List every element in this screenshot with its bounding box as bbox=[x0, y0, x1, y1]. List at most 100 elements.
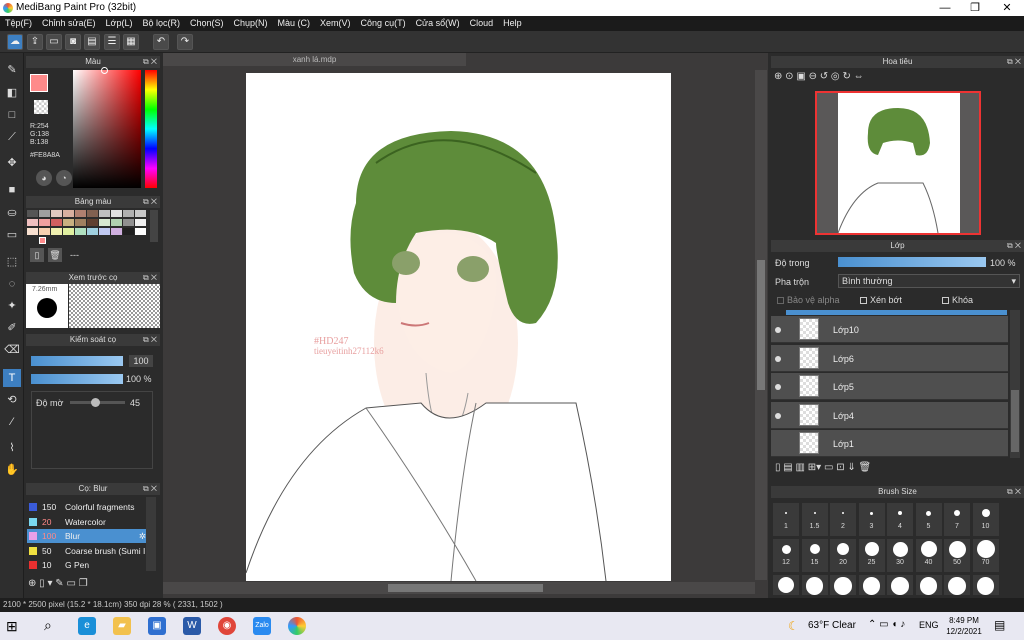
brush-size-cell[interactable] bbox=[830, 575, 856, 595]
layer-opacity-slider[interactable] bbox=[838, 257, 986, 267]
zalo-icon[interactable]: Zalo bbox=[253, 617, 271, 635]
new-halftone-layer-icon[interactable]: ▤ bbox=[783, 462, 792, 473]
blur-slider-knob[interactable] bbox=[90, 398, 100, 407]
divide-tool-icon[interactable]: ⌇ bbox=[3, 439, 21, 457]
brush-size-cell[interactable]: 15 bbox=[801, 539, 828, 572]
magic-wand-icon[interactable]: ✦ bbox=[3, 297, 21, 315]
close-icon[interactable]: ⧉ ✕ bbox=[1007, 240, 1021, 252]
close-icon[interactable]: ⧉ ✕ bbox=[143, 483, 157, 495]
line-tool-icon[interactable]: ⟋ bbox=[3, 128, 21, 146]
document-tab[interactable]: xanh lá.mdp bbox=[163, 53, 466, 66]
vscroll-thumb[interactable] bbox=[757, 260, 765, 390]
new-layer-icon[interactable]: ▯ bbox=[775, 462, 781, 473]
list-icon[interactable]: ☰ bbox=[104, 34, 120, 50]
clipping-checkbox[interactable]: Xén bớt bbox=[860, 295, 902, 305]
hue-slider[interactable] bbox=[145, 70, 157, 188]
brush-size-cell[interactable]: 3 bbox=[858, 503, 885, 536]
chat-icon[interactable]: ◙ bbox=[65, 34, 81, 50]
rotate-reset-icon[interactable]: ◎ bbox=[831, 71, 840, 82]
fill-rect-tool-icon[interactable]: ■ bbox=[3, 181, 21, 199]
brush-size-cell[interactable]: 50 bbox=[944, 539, 970, 572]
hand-tool-icon[interactable]: ✋ bbox=[3, 461, 21, 479]
brush-size-cell[interactable]: 70 bbox=[972, 539, 999, 572]
brush-size-cell[interactable]: 25 bbox=[858, 539, 885, 572]
select-tool-icon[interactable]: ⬚ bbox=[3, 253, 21, 271]
clock[interactable]: 8:49 PM 12/2/2021 bbox=[946, 615, 982, 637]
language-indicator[interactable]: ENG bbox=[919, 620, 939, 630]
merge-down-icon[interactable]: ⇓ bbox=[847, 462, 855, 473]
brush-size-cell[interactable]: 40 bbox=[915, 539, 942, 572]
grid-icon[interactable]: ▦ bbox=[123, 34, 139, 50]
zoom-out-icon[interactable]: ⊖ bbox=[809, 71, 817, 82]
brush-item[interactable]: 150 Colorful fragments bbox=[27, 500, 149, 514]
search-icon[interactable]: ⌕ bbox=[44, 617, 52, 634]
edit-brush-icon[interactable]: ✎ bbox=[55, 578, 63, 589]
visibility-eye-icon[interactable] bbox=[775, 384, 781, 390]
layer-row[interactable]: Lớp1 bbox=[771, 430, 1008, 457]
eyedropper-tool-icon[interactable]: ⁄ bbox=[3, 413, 21, 431]
menu-tools[interactable]: Công cụ(T) bbox=[356, 16, 411, 31]
upload-icon[interactable]: ⇪ bbox=[27, 34, 43, 50]
brush-item[interactable]: 100 Blur ✲ bbox=[27, 529, 149, 543]
background-color[interactable] bbox=[34, 100, 48, 114]
layer-scrollbar[interactable] bbox=[1010, 310, 1020, 458]
close-icon[interactable]: ⧉ ✕ bbox=[143, 56, 157, 68]
layer-row[interactable]: Lớp10 bbox=[771, 316, 1008, 343]
add-brush-icon[interactable]: ⊕ bbox=[28, 578, 36, 589]
rectangle-tool-icon[interactable]: □ bbox=[3, 106, 21, 124]
layer-row[interactable]: Lớp6 bbox=[771, 344, 1008, 372]
foreground-color[interactable] bbox=[30, 74, 48, 92]
folder-icon[interactable]: ▭ bbox=[824, 462, 833, 473]
brush-size-cell[interactable]: 4 bbox=[887, 503, 913, 536]
weather-text[interactable]: 63°F Clear bbox=[808, 620, 856, 631]
menu-color[interactable]: Màu (C) bbox=[273, 16, 316, 31]
brush-size-cell[interactable]: 30 bbox=[887, 539, 913, 572]
menu-select[interactable]: Chọn(S) bbox=[185, 16, 229, 31]
document-icon[interactable]: ▤ bbox=[84, 34, 100, 50]
new-8bit-layer-icon[interactable]: ▥ bbox=[796, 462, 805, 473]
canvas-vscrollbar[interactable] bbox=[755, 70, 767, 580]
palette-swatches[interactable] bbox=[26, 209, 148, 244]
menu-snap[interactable]: Chụp(N) bbox=[229, 16, 273, 31]
brush-item[interactable]: 10 G Pen bbox=[27, 558, 149, 572]
new-brush-icon[interactable]: ▯ bbox=[39, 578, 45, 589]
saturation-picker[interactable] bbox=[73, 70, 141, 188]
brush-size-cell[interactable]: 2 bbox=[830, 503, 856, 536]
brush-size-cell[interactable]: 7 bbox=[944, 503, 970, 536]
flip-icon[interactable]: ⇔ bbox=[854, 71, 864, 82]
trash-icon[interactable]: 🗑 bbox=[48, 248, 62, 262]
select-pen-icon[interactable]: ✐ bbox=[3, 319, 21, 337]
zoom-reset-icon[interactable]: ⊙ bbox=[785, 71, 793, 82]
move-tool-icon[interactable]: ✥ bbox=[3, 154, 21, 172]
edge-icon[interactable]: e bbox=[78, 617, 96, 635]
copy-icon[interactable]: ❐ bbox=[79, 578, 88, 589]
rotate-left-icon[interactable]: ↺ bbox=[820, 71, 828, 82]
brush-size-cell[interactable]: 10 bbox=[972, 503, 999, 536]
visibility-eye-icon[interactable] bbox=[775, 355, 781, 362]
menu-view[interactable]: Xem(V) bbox=[315, 16, 356, 31]
menu-layer[interactable]: Lớp(L) bbox=[101, 16, 138, 31]
close-icon[interactable]: ⧉ ✕ bbox=[143, 272, 157, 284]
lasso-tool-icon[interactable]: ◌ bbox=[3, 275, 21, 293]
chrome-icon[interactable]: ◉ bbox=[218, 617, 236, 635]
zoom-in-icon[interactable]: ⊕ bbox=[774, 71, 782, 82]
minimize-button[interactable]: — bbox=[930, 0, 960, 16]
select-eraser-icon[interactable]: ⌫ bbox=[3, 341, 21, 359]
brush-menu-icon[interactable]: ▾ bbox=[47, 578, 52, 589]
brush-size-cell[interactable]: 12 bbox=[773, 539, 799, 572]
navigator-preview[interactable] bbox=[815, 91, 981, 235]
windows-start-icon[interactable]: ⊞ bbox=[6, 618, 18, 635]
color-wheel-icon[interactable]: ◕ bbox=[36, 170, 52, 186]
layer-row[interactable]: Lớp5 bbox=[771, 373, 1008, 400]
maximize-button[interactable]: ❐ bbox=[960, 0, 990, 16]
layer-row[interactable]: Lớp4 bbox=[771, 401, 1008, 429]
palette-scrollbar[interactable] bbox=[150, 210, 158, 242]
hscroll-thumb[interactable] bbox=[388, 584, 543, 592]
bucket-tool-icon[interactable]: ⛀ bbox=[3, 204, 21, 222]
file-explorer-icon[interactable]: ▰ bbox=[113, 617, 131, 635]
brush-item[interactable]: 20 Watercolor bbox=[27, 515, 149, 529]
gradient-tool-icon[interactable]: ▭ bbox=[3, 226, 21, 244]
visibility-eye-icon[interactable] bbox=[775, 412, 781, 419]
word-icon[interactable]: W bbox=[183, 617, 201, 635]
close-button[interactable]: ✕ bbox=[992, 0, 1022, 16]
